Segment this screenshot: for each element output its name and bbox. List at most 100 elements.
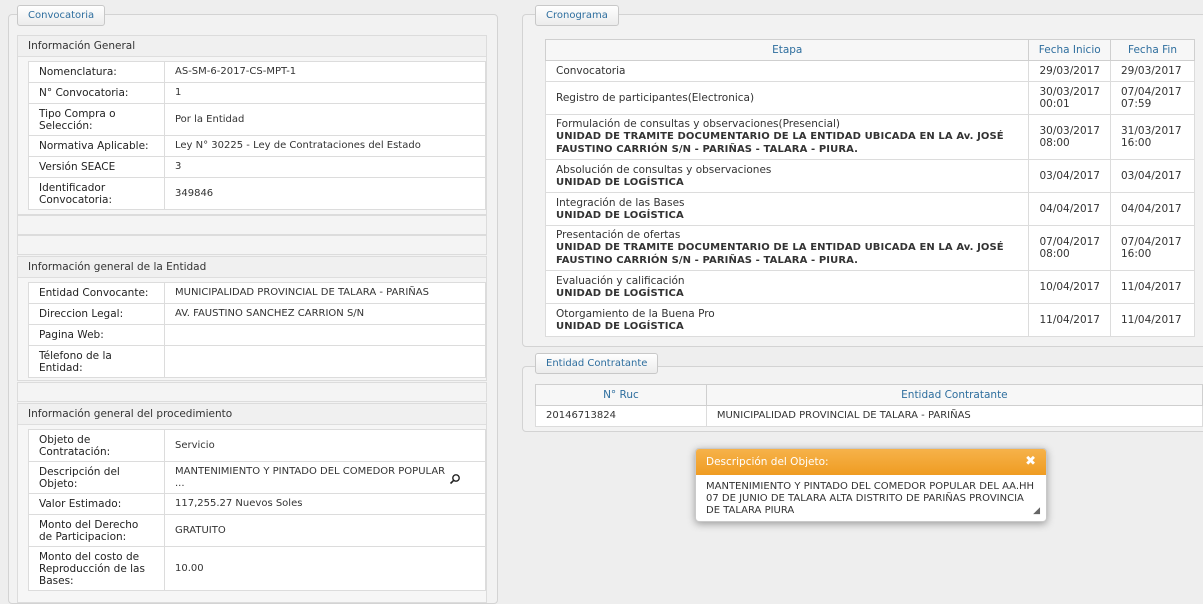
date-value: 31/03/2017 [1121,125,1182,137]
col-header-fecha-fin[interactable]: Fecha Fin [1110,39,1195,61]
etapa-lugar: UNIDAD DE TRAMITE DOCUMENTARIO DE LA ENT… [556,242,1004,266]
etapa-label: Evaluación y calificación [556,274,685,287]
info-general-table: Nomenclatura: AS-SM-6-2017-CS-MPT-1 N° Co… [28,61,486,210]
row-value: MUNICIPALIDAD PROVINCIAL DE TALARA - PAR… [164,282,486,304]
etapa-label: Convocatoria [556,65,626,77]
date-value: 03/04/2017 [1121,170,1182,182]
etapa-cell: Presentación de ofertas UNIDAD DE TRAMITE… [544,225,1030,271]
date-value: 30/03/2017 [1039,86,1100,98]
fecha-fin-cell: 29/03/2017 [1110,60,1195,82]
fecha-inicio-cell: 03/04/2017 [1028,159,1111,193]
row-label: Entidad Convocante: [28,282,165,304]
time-value: 00:01 [1039,98,1070,110]
contratante-table-wrap: N° Ruc Entidad Contratante 20146713824 M… [535,384,1203,427]
row-label: Tipo Compra o Selección: [28,103,165,136]
info-entidad-title: Información general de la Entidad [18,257,486,278]
etapa-lugar: UNIDAD DE LOGÍSTICA [556,320,684,332]
entidad-cell: MUNICIPALIDAD PROVINCIAL DE TALARA - PAR… [705,405,1203,427]
tab-convocatoria[interactable]: Convocatoria [17,5,106,26]
contratante-table: N° Ruc Entidad Contratante 20146713824 M… [535,384,1203,427]
etapa-lugar: UNIDAD DE LOGÍSTICA [556,209,684,221]
tab-entidad-contratante[interactable]: Entidad Contratante [535,353,659,374]
etapa-label: Integración de las Bases [556,196,685,209]
row-value: Servicio [164,429,486,462]
info-procedimiento-title: Información general del procedimiento [18,404,486,425]
row-value: Ley N° 30225 - Ley de Contrataciones del… [164,135,486,157]
row-label: Pagina Web: [28,324,165,346]
info-procedimiento-section: Información general del procedimiento Ob… [17,403,487,603]
etapa-cell: Absolución de consultas y observaciones U… [544,159,1030,193]
etapa-cell: Otorgamiento de la Buena Pro UNIDAD DE LO… [544,303,1030,337]
etapa-lugar: UNIDAD DE TRAMITE DOCUMENTARIO DE LA ENT… [556,131,1004,155]
row-label: N° Convocatoria: [28,82,165,104]
row-value: 349846 [164,177,486,210]
tab-cronograma[interactable]: Cronograma [535,5,619,26]
info-procedimiento-table: Objeto de Contratación: Servicio Descripc… [28,429,486,591]
table-row: Integración de las Bases UNIDAD DE LOGÍST… [544,192,1195,226]
row-value: 10.00 [164,546,486,591]
row-label: Monto del Derecho de Participacion: [28,514,165,547]
col-header-ruc[interactable]: N° Ruc [535,384,707,406]
date-value: 07/04/2017 [1121,86,1182,98]
table-row: Formulación de consultas y observaciones… [544,114,1195,160]
row-label: Identificador Convocatoria: [28,177,165,210]
description-cell: MANTENIMIENTO Y PINTADO DEL COMEDOR POPU… [164,461,486,494]
row-label: Télefono de la Entidad: [28,345,165,378]
row-label: Monto del costo de Reproducción de las B… [28,546,165,591]
time-value: 08:00 [1039,248,1070,260]
fecha-inicio-cell: 11/04/2017 [1028,303,1111,337]
row-label: Direccion Legal: [28,303,165,325]
cronograma-table: Etapa Fecha Inicio Fecha Fin Convocatori… [544,39,1195,337]
etapa-cell: Formulación de consultas y observaciones… [544,114,1030,160]
date-value: 29/03/2017 [1039,65,1100,77]
row-value: 1 [164,82,486,104]
etapa-label: Absolución de consultas y observaciones [556,163,772,176]
time-value: 07:59 [1121,98,1152,110]
fecha-inicio-cell: 29/03/2017 [1028,60,1111,82]
fecha-fin-cell: 04/04/2017 [1110,192,1195,226]
cronograma-table-wrap: Etapa Fecha Inicio Fecha Fin Convocatori… [544,39,1195,337]
table-row: Presentación de ofertas UNIDAD DE TRAMITE… [544,225,1195,271]
dialog-body: MANTENIMIENTO Y PINTADO DEL COMEDOR POPU… [706,481,1035,516]
fecha-inicio-cell: 30/03/2017 08:00 [1028,114,1111,160]
close-icon[interactable]: ✖ [1025,449,1036,475]
etapa-lugar: UNIDAD DE LOGÍSTICA [556,176,684,188]
table-row: Convocatoria 29/03/2017 29/03/2017 [544,60,1195,82]
etapa-cell: Integración de las Bases UNIDAD DE LOGÍST… [544,192,1030,226]
date-value: 29/03/2017 [1121,65,1182,77]
descripcion-dialog: Descripción del Objeto: ✖ MANTENIMIENTO … [695,448,1047,522]
table-row: Otorgamiento de la Buena Pro UNIDAD DE LO… [544,303,1195,337]
row-value: AV. FAUSTINO SANCHEZ CARRION S/N [164,303,486,325]
table-row: Evaluación y calificación UNIDAD DE LOGÍS… [544,270,1195,304]
etapa-label: Otorgamiento de la Buena Pro [556,307,715,320]
col-header-etapa[interactable]: Etapa [544,39,1030,61]
col-header-fecha-inicio[interactable]: Fecha Inicio [1028,39,1111,61]
fecha-fin-cell: 03/04/2017 [1110,159,1195,193]
section-divider [17,235,487,255]
row-value: MANTENIMIENTO Y PINTADO DEL COMEDOR POPU… [175,465,446,489]
row-value: 3 [164,156,486,178]
etapa-cell: Evaluación y calificación UNIDAD DE LOGÍS… [544,270,1030,304]
dialog-title: Descripción del Objeto: [706,456,829,468]
col-header-entidad[interactable]: Entidad Contratante [705,384,1203,406]
table-row: Absolución de consultas y observaciones U… [544,159,1195,193]
info-general-title: Información General [18,36,486,57]
magnifier-icon[interactable] [449,473,461,485]
fecha-inicio-cell: 07/04/2017 08:00 [1028,225,1111,271]
time-value: 16:00 [1121,248,1152,260]
row-label: Descripción del Objeto: [28,461,165,494]
etapa-lugar: UNIDAD DE LOGÍSTICA [556,287,684,299]
resize-grip-icon[interactable]: ◢ [1033,506,1040,516]
etapa-cell: Registro de participantes(Electronica) [544,81,1030,115]
row-value: GRATUITO [164,514,486,547]
etapa-label: Registro de participantes(Electronica) [556,92,755,104]
row-label: Normativa Aplicable: [28,135,165,157]
date-value: 30/03/2017 [1039,125,1100,137]
dialog-header[interactable]: Descripción del Objeto: ✖ [696,449,1046,475]
date-value: 10/04/2017 [1039,281,1100,293]
date-value: 11/04/2017 [1039,314,1100,326]
row-label: Valor Estimado: [28,493,165,515]
info-entidad-table: Entidad Convocante: MUNICIPALIDAD PROVINC… [28,282,486,378]
date-value: 07/04/2017 [1039,236,1100,248]
date-value: 11/04/2017 [1121,314,1182,326]
